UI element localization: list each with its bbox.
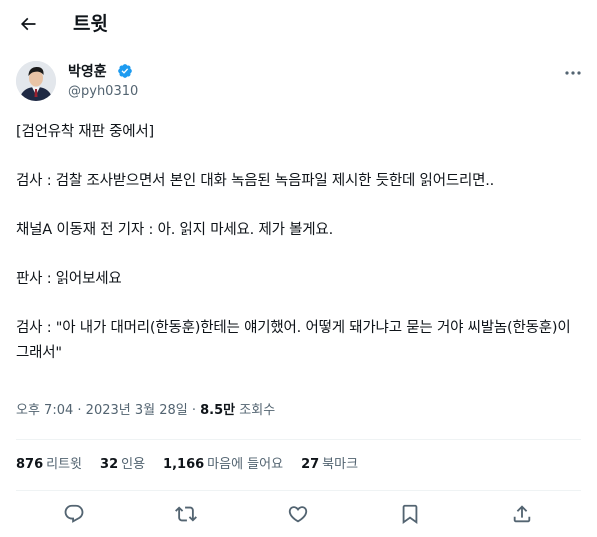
views-label: 조회수 [239,403,276,418]
top-bar: 트윗 [0,0,597,52]
like-icon [288,506,308,523]
tweet-text: [검언유착 재판 중에서] 검사 : 검찰 조사받으면서 본인 대화 녹음된 녹… [16,124,571,361]
retweet-button[interactable] [173,501,199,527]
likes-count: 1,166 [163,457,205,472]
bookmarks-count: 27 [301,457,320,472]
quotes-stat[interactable]: 32 인용 [100,456,145,474]
meta-separator: · [191,403,196,418]
tweet-meta: 오후 7:04 · 2023년 3월 28일 · 8.5만 조회수 [16,402,275,420]
share-button[interactable] [509,501,535,527]
share-icon [513,505,531,523]
avatar[interactable] [16,61,56,101]
avatar-image [16,61,56,101]
likes-label: 마음에 들어요 [207,457,284,472]
quotes-label: 인용 [121,457,146,472]
meta-separator: · [77,403,82,418]
bookmarks-stat[interactable]: 27 북마크 [301,456,358,474]
tweet-stats: 876 리트윗 32 인용 1,166 마음에 들어요 27 북마크 [16,456,358,474]
reply-button[interactable] [61,501,87,527]
arrow-left-icon [20,17,36,31]
retweets-count: 876 [16,457,44,472]
like-button[interactable] [285,501,311,527]
retweet-icon [175,506,197,522]
more-icon [565,71,581,75]
retweets-stat[interactable]: 876 리트윗 [16,456,82,474]
page-title: 트윗 [73,13,108,35]
tweet-time[interactable]: 오후 7:04 [16,403,73,418]
retweets-label: 리트윗 [46,457,83,472]
tweet-date[interactable]: 2023년 3월 28일 [86,403,188,418]
more-options-button[interactable] [562,66,584,80]
reply-icon [64,504,84,523]
divider [16,490,581,491]
verified-badge-icon [118,64,132,78]
bookmark-button[interactable] [397,501,423,527]
author-handle[interactable]: @pyh0310 [68,83,138,101]
quotes-count: 32 [100,457,119,472]
back-button[interactable] [14,10,42,38]
likes-stat[interactable]: 1,166 마음에 들어요 [163,456,283,474]
bookmark-icon [402,504,418,525]
views-count: 8.5만 [200,403,236,418]
author-name[interactable]: 박영훈 [68,62,107,82]
action-bar [0,498,597,530]
divider [16,439,581,440]
bookmarks-label: 북마크 [322,457,359,472]
